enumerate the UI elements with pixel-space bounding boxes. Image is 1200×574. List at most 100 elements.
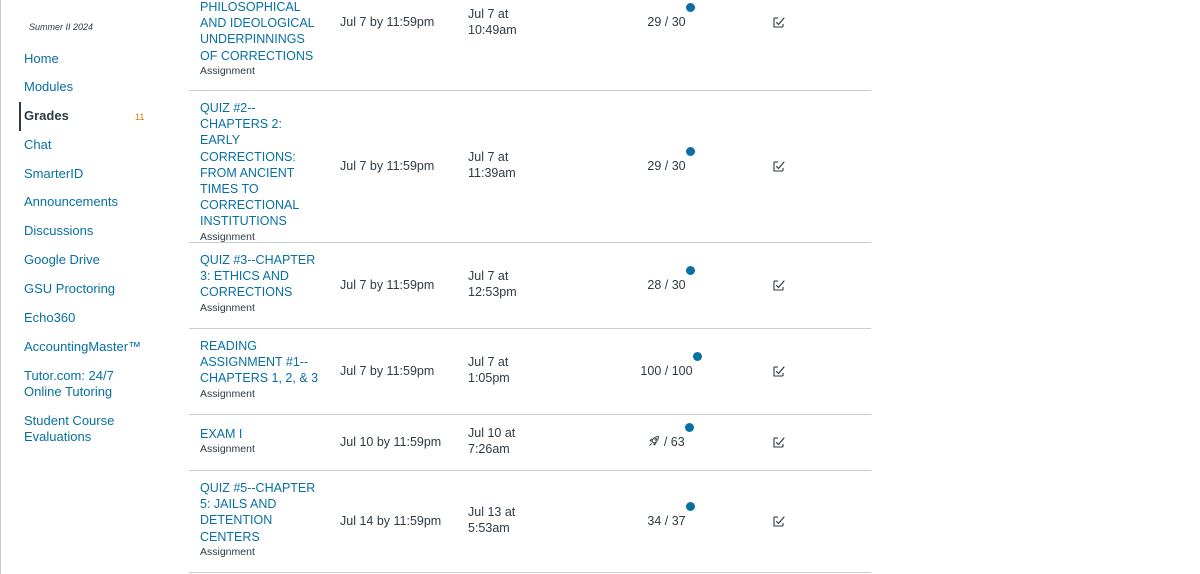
unread-dot xyxy=(692,352,702,361)
title-line: CORRECTIONS xyxy=(200,285,293,300)
nav-item-announcements[interactable]: Announcements xyxy=(0,194,170,210)
due-date: Jul 7 by 11:59pm xyxy=(340,15,435,29)
grades-count-badge: 11 xyxy=(135,112,145,122)
assignment-name-cell: EXAM I Assignment xyxy=(200,426,325,456)
nav-item-accountingmaster[interactable]: AccountingMaster™ xyxy=(0,339,170,355)
title-line: CORRECTIONAL xyxy=(200,198,300,213)
title-line: AND IDEOLOGICAL xyxy=(200,16,315,31)
title-line: 5: JAILS AND xyxy=(200,497,277,512)
title-line: PHILOSOPHICAL xyxy=(200,0,301,14)
title-line: 3: ETHICS AND xyxy=(200,269,289,284)
assignment-type: Assignment xyxy=(200,387,255,400)
assignment-name-cell: READING ASSIGNMENT #1-- CHAPTERS 1, 2, &… xyxy=(200,338,325,401)
assignment-type: Assignment xyxy=(200,230,255,243)
due-date: Jul 7 by 11:59pm xyxy=(340,159,435,173)
assignment-title-link[interactable]: QUIZ #5--CHAPTER 5: JAILS AND DETENTION … xyxy=(200,480,325,545)
score-value: 29 / 30 xyxy=(647,15,686,29)
course-sidebar: Summer II 2024 Home Modules Grades 11 Cha… xyxy=(0,0,170,574)
title-line: CHAPTERS 2: EARLY xyxy=(200,117,282,148)
title-line: ASSIGNMENT #1-- xyxy=(200,355,309,370)
title-line: READING xyxy=(200,339,257,353)
title-line: CHAPTERS 1, 2, & 3 xyxy=(200,371,319,386)
nav-item-label: Home xyxy=(24,51,59,66)
score-value: 29 / 30 xyxy=(647,159,686,173)
nav-item-label: Student Course Evaluations xyxy=(24,413,115,444)
nav-item-modules[interactable]: Modules xyxy=(0,79,170,95)
course-term: Summer II 2024 xyxy=(29,22,94,32)
score-cell: 29 / 30 xyxy=(609,147,724,174)
nav-item-label: Discussions xyxy=(24,223,94,238)
submitted-date: Jul 10 at 7:26am xyxy=(468,426,516,456)
nav-item-label: Google Drive xyxy=(24,252,100,267)
rubric-icon[interactable] xyxy=(772,364,786,378)
nav-item-echo360[interactable]: Echo360 xyxy=(0,310,170,326)
assignment-title-link[interactable]: QUIZ #3--CHAPTER 3: ETHICS AND CORRECTIO… xyxy=(200,252,325,301)
score-value: / 63 xyxy=(663,435,685,449)
rubric-icon[interactable] xyxy=(772,435,786,449)
title-line: EXAM I xyxy=(200,427,243,441)
title-line: TIMES TO xyxy=(200,182,259,197)
assignment-type: Assignment xyxy=(200,545,255,558)
rubric-icon[interactable] xyxy=(772,15,786,29)
title-line: INSTITUTIONS xyxy=(200,214,287,229)
nav-item-label: Tutor.com: 24/7 Online Tutoring xyxy=(24,368,114,399)
due-date: Jul 7 by 11:59pm xyxy=(340,364,435,378)
rubric-icon[interactable] xyxy=(772,514,786,528)
due-date: Jul 10 by 11:59pm xyxy=(340,435,442,449)
title-line: QUIZ #3--CHAPTER xyxy=(200,253,316,267)
rocket-icon xyxy=(649,436,660,446)
score-cell: 28 / 30 xyxy=(609,266,724,293)
unread-dot xyxy=(685,3,695,12)
assignment-name-cell: PHILOSOPHICAL AND IDEOLOGICAL UNDERPINNI… xyxy=(200,0,325,78)
assignment-type: Assignment xyxy=(200,301,255,314)
title-line: QUIZ #2-- xyxy=(200,101,256,115)
grade-row: EXAM I Assignment Jul 10 by 11:59pm Jul … xyxy=(189,415,871,471)
submitted-date: Jul 7 at 10:49am xyxy=(468,7,517,37)
nav-item-course-evaluations[interactable]: Student Course Evaluations xyxy=(0,413,134,445)
nav-item-home[interactable]: Home xyxy=(0,51,170,67)
title-line: UNDERPINNINGS xyxy=(200,32,305,47)
rubric-icon[interactable] xyxy=(772,278,786,292)
title-line: OF CORRECTIONS xyxy=(200,48,314,63)
grades-page: Summer II 2024 Home Modules Grades 11 Cha… xyxy=(0,0,1200,574)
unread-dot xyxy=(685,502,695,511)
nav-item-label: AccountingMaster™ xyxy=(24,339,142,354)
assignment-title-link[interactable]: READING ASSIGNMENT #1-- CHAPTERS 1, 2, &… xyxy=(200,338,325,387)
grade-row: QUIZ #3--CHAPTER 3: ETHICS AND CORRECTIO… xyxy=(189,243,871,329)
nav-item-discussions[interactable]: Discussions xyxy=(0,223,170,239)
rubric-icon[interactable] xyxy=(772,159,786,173)
title-line: QUIZ #5--CHAPTER xyxy=(200,481,316,495)
nav-item-google-drive[interactable]: Google Drive xyxy=(0,252,170,268)
grade-row: READING ASSIGNMENT #1-- CHAPTERS 1, 2, &… xyxy=(189,329,871,415)
nav-item-chat[interactable]: Chat xyxy=(0,137,170,153)
score-cell: 34 / 37 xyxy=(609,502,724,529)
assignment-name-cell: QUIZ #5--CHAPTER 5: JAILS AND DETENTION … xyxy=(200,480,325,559)
nav-item-label: Modules xyxy=(24,79,74,94)
unread-dot xyxy=(684,423,694,432)
nav-item-tutor-com[interactable]: Tutor.com: 24/7 Online Tutoring xyxy=(0,368,134,400)
score-cell: 100 / 100 xyxy=(609,352,724,379)
unread-dot xyxy=(685,147,695,156)
nav-item-label: Echo360 xyxy=(24,310,76,325)
assignment-title-link[interactable]: EXAM I xyxy=(200,426,325,442)
nav-item-label: Announcements xyxy=(24,194,118,209)
grade-row: PHILOSOPHICAL AND IDEOLOGICAL UNDERPINNI… xyxy=(189,0,871,91)
due-date: Jul 14 by 11:59pm xyxy=(340,514,442,528)
submitted-date: Jul 7 at 1:05pm xyxy=(468,355,510,385)
submitted-date: Jul 13 at 5:53am xyxy=(468,505,516,535)
assignment-title-link[interactable]: QUIZ #2-- CHAPTERS 2: EARLY CORRECTIONS:… xyxy=(200,100,325,230)
assignment-title-link[interactable]: PHILOSOPHICAL AND IDEOLOGICAL UNDERPINNI… xyxy=(200,0,325,64)
score-value: 100 / 100 xyxy=(640,364,693,378)
score-value: 34 / 37 xyxy=(647,514,686,528)
grade-row: QUIZ #5--CHAPTER 5: JAILS AND DETENTION … xyxy=(189,471,871,573)
nav-item-gsu-proctoring[interactable]: GSU Proctoring xyxy=(0,281,170,297)
title-line: DETENTION xyxy=(200,513,273,528)
submitted-date: Jul 7 at 12:53pm xyxy=(468,269,517,299)
nav-item-smarterid[interactable]: SmarterID xyxy=(0,166,170,182)
assignment-name-cell: QUIZ #3--CHAPTER 3: ETHICS AND CORRECTIO… xyxy=(200,252,325,315)
score-cell: / 63 xyxy=(609,423,724,450)
title-line: CORRECTIONS: xyxy=(200,149,296,164)
nav-item-grades[interactable]: Grades 11 xyxy=(0,102,170,131)
nav-item-label: SmarterID xyxy=(24,166,84,181)
assignment-type: Assignment xyxy=(200,64,255,77)
